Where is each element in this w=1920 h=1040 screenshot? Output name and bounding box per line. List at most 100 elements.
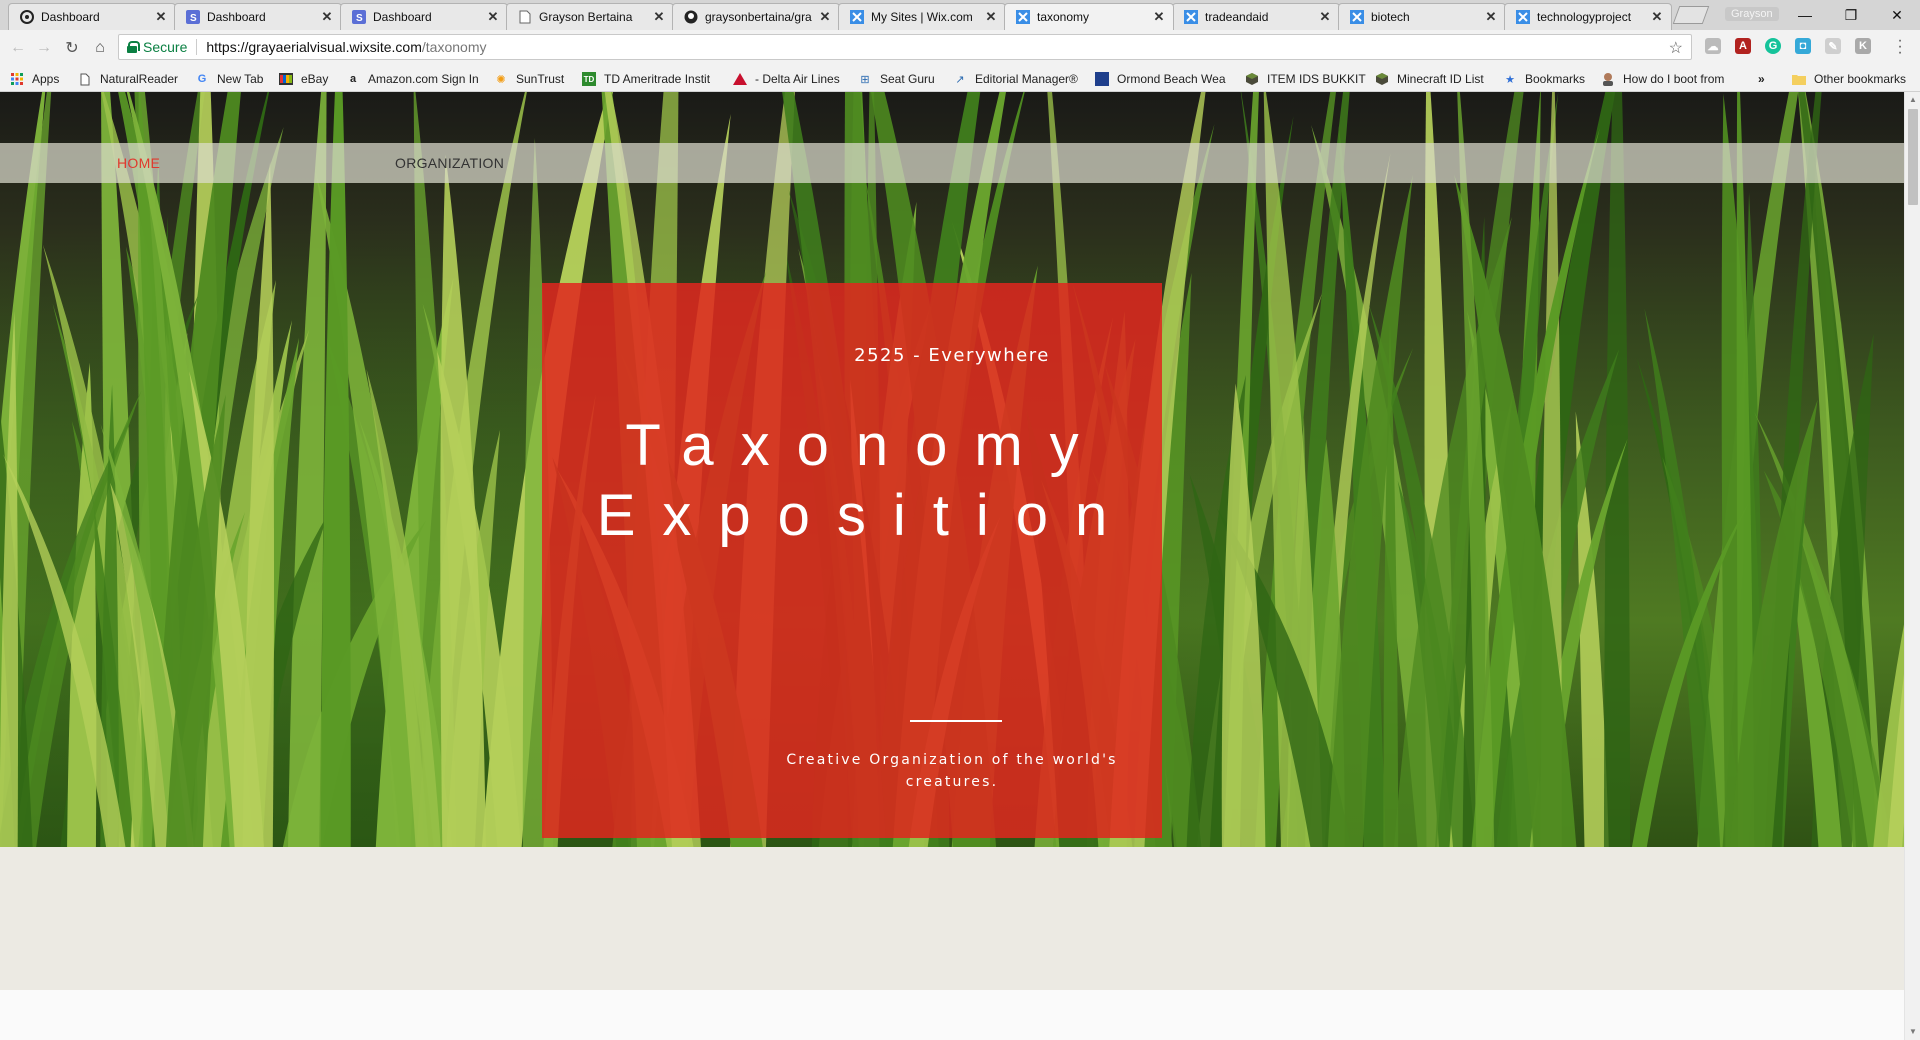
bookmark-apps[interactable]: Apps <box>10 70 59 88</box>
scroll-up-icon[interactable]: ▲ <box>1905 92 1920 108</box>
hero-subtitle: Creative Organization of the world's cre… <box>786 752 1118 790</box>
browser-tab[interactable]: S Dashboard ✕ <box>174 3 342 30</box>
new-tab-button[interactable] <box>1672 6 1710 24</box>
bookmark-how-do-i-boot[interactable]: How do I boot from <box>1601 70 1724 88</box>
close-icon[interactable]: ✕ <box>1317 9 1333 25</box>
close-icon[interactable]: ✕ <box>817 9 833 25</box>
wix-icon <box>1349 9 1365 25</box>
bookmarks-bar: Apps NaturalReader G New Tab eBay a Amaz… <box>0 66 1920 92</box>
folder-icon <box>1792 72 1806 86</box>
browser-tab[interactable]: graysonbertaina/gra ✕ <box>672 3 840 30</box>
bookmark-seat-guru[interactable]: ⊞ Seat Guru <box>858 70 934 88</box>
browser-menu-icon[interactable]: · · · <box>1896 33 1904 61</box>
restore-icon[interactable]: ❐ <box>1828 0 1874 30</box>
browser-toolbar: ← → ↻ ⌂ Secure https://grayaerialvisual.… <box>0 30 1920 66</box>
bookmarks-overflow-icon[interactable]: » <box>1758 70 1765 88</box>
close-icon[interactable]: ✕ <box>1649 9 1665 25</box>
bookmark-minecraft-id[interactable]: Minecraft ID List <box>1375 70 1484 88</box>
bookmark-editorial-manager[interactable]: ↗ Editorial Manager® <box>953 70 1078 88</box>
bookmark-label: SunTrust <box>516 72 565 86</box>
scrollbar-thumb[interactable] <box>1908 109 1918 205</box>
scroll-down-icon[interactable]: ▼ <box>1905 1024 1920 1040</box>
bookmark-label: Minecraft ID List <box>1397 72 1484 86</box>
bookmark-new-tab[interactable]: G New Tab <box>195 70 264 88</box>
delta-icon <box>733 72 747 86</box>
acrobat-icon[interactable]: A <box>1735 38 1751 54</box>
bookmark-label: Other bookmarks <box>1814 72 1907 86</box>
browser-tab[interactable]: My Sites | Wix.com ✕ <box>838 3 1006 30</box>
tab-label: Dashboard <box>373 10 432 24</box>
lock-icon <box>127 41 140 53</box>
bookmark-ormond-beach[interactable]: Ormond Beach Wea <box>1095 70 1226 88</box>
browser-tab-active[interactable]: taxonomy ✕ <box>1004 3 1174 30</box>
bookmark-suntrust[interactable]: ✺ SunTrust <box>494 70 564 88</box>
window-close-icon[interactable]: ✕ <box>1874 0 1920 30</box>
browser-tab[interactable]: technologyproject ✕ <box>1504 3 1672 30</box>
hero-title-line-1: Taxonomy <box>625 413 1106 478</box>
reload-icon[interactable]: ↻ <box>60 36 84 60</box>
close-icon[interactable]: ✕ <box>983 9 999 25</box>
bookmark-amazon[interactable]: a Amazon.com Sign In <box>346 70 479 88</box>
tab-label: graysonbertaina/gra <box>705 10 812 24</box>
back-icon[interactable]: ← <box>6 36 30 60</box>
forward-icon[interactable]: → <box>32 36 56 60</box>
bookmark-ebay[interactable]: eBay <box>279 70 328 88</box>
amazon-icon: a <box>349 73 357 85</box>
minimize-icon[interactable]: — <box>1782 0 1828 30</box>
weather-icon <box>1095 72 1109 86</box>
avatar-icon <box>1601 72 1615 86</box>
close-icon[interactable]: ✕ <box>1483 9 1499 25</box>
bookmark-delta[interactable]: - Delta Air Lines <box>733 70 840 88</box>
close-icon[interactable]: ✕ <box>485 9 501 25</box>
extension-cloud-icon[interactable]: ☁ <box>1705 38 1721 54</box>
bookmark-other[interactable]: Other bookmarks <box>1792 70 1906 88</box>
extension-puzzle-icon[interactable]: ✎ <box>1825 38 1841 54</box>
bookmark-star-icon[interactable]: ☆ <box>1669 38 1683 58</box>
hero-title-line-2: Exposition <box>596 483 1135 548</box>
bookmark-naturalreader[interactable]: NaturalReader <box>78 70 178 88</box>
close-icon[interactable]: ✕ <box>651 9 667 25</box>
browser-tab[interactable]: tradeandaid ✕ <box>1172 3 1340 30</box>
url-path: /taxonomy <box>421 39 487 55</box>
nav-organization-link[interactable]: ORGANIZATION <box>395 155 504 171</box>
bookmark-label: - Delta Air Lines <box>755 72 840 86</box>
profile-button[interactable]: Grayson <box>1725 7 1779 21</box>
bookmark-label: New Tab <box>217 72 264 86</box>
browser-tab[interactable]: Grayson Bertaina ✕ <box>506 3 674 30</box>
address-bar[interactable]: Secure https://grayaerialvisual.wixsite.… <box>118 34 1692 60</box>
browser-tab[interactable]: S Dashboard ✕ <box>340 3 508 30</box>
suntrust-icon: ✺ <box>496 73 506 86</box>
browser-tab[interactable]: biotech ✕ <box>1338 3 1506 30</box>
extension-k-icon[interactable]: K <box>1855 38 1871 54</box>
apps-grid-icon <box>10 72 24 86</box>
github-icon <box>683 9 699 25</box>
bookmark-td-ameritrade[interactable]: TD TD Ameritrade Instit <box>582 70 710 88</box>
bookmark-item-ids[interactable]: ITEM IDS BUKKIT <box>1245 70 1366 88</box>
wix-icon <box>849 9 865 25</box>
grammarly-icon[interactable]: G <box>1765 38 1781 54</box>
tab-label: My Sites | Wix.com <box>871 10 973 24</box>
page-scrollbar[interactable]: ▲ ▼ <box>1904 92 1920 1040</box>
secure-label: Secure <box>143 39 198 55</box>
close-icon[interactable]: ✕ <box>319 9 335 25</box>
footer-strip <box>0 990 1904 1040</box>
browser-tab[interactable]: Dashboard ✕ <box>8 3 176 30</box>
tab-label: tradeandaid <box>1205 10 1269 24</box>
hero-card: 2525 - Everywhere Taxonomy Exposition Cr… <box>542 283 1162 838</box>
screen-capture-icon[interactable]: ◘ <box>1795 38 1811 54</box>
bookmark-bookmarks[interactable]: ★ Bookmarks <box>1503 70 1585 88</box>
close-icon[interactable]: ✕ <box>1151 9 1167 25</box>
nav-home-link[interactable]: HOME <box>117 155 160 171</box>
tab-label: biotech <box>1371 10 1410 24</box>
s-logo-icon: S <box>351 9 367 25</box>
close-icon[interactable]: ✕ <box>153 9 169 25</box>
home-icon[interactable]: ⌂ <box>88 36 112 60</box>
tab-label: technologyproject <box>1537 10 1632 24</box>
grass-blade <box>440 154 486 847</box>
minecraft-block-icon <box>1375 72 1389 86</box>
editorial-manager-icon: ↗ <box>955 73 965 86</box>
tab-label: Grayson Bertaina <box>539 10 633 24</box>
minecraft-block-icon <box>1245 72 1259 86</box>
tab-label: Dashboard <box>207 10 266 24</box>
s-logo-icon: S <box>185 9 201 25</box>
